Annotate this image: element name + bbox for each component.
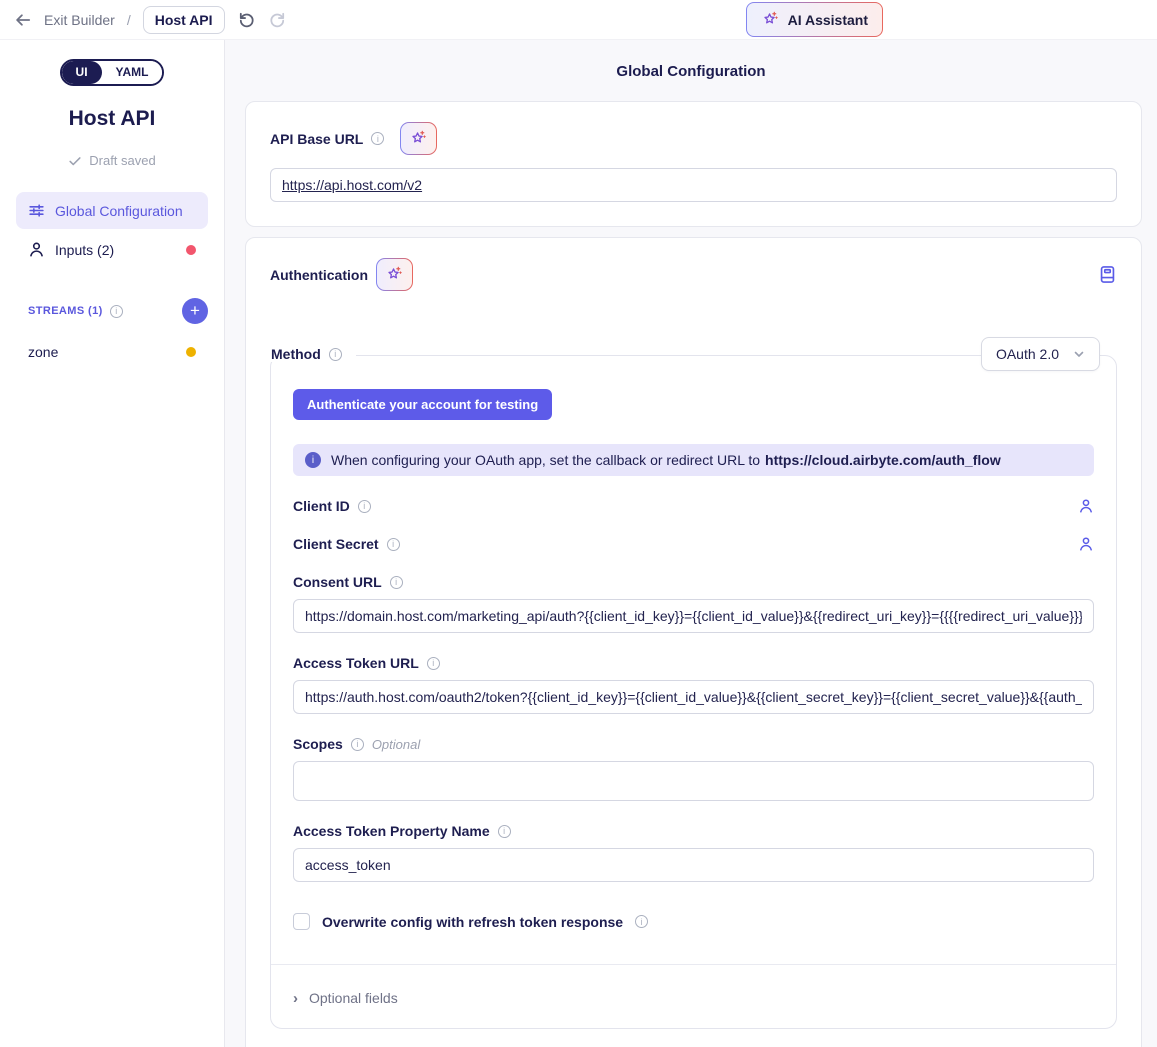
- consent-url-row: Consent URL i: [293, 574, 1094, 590]
- plus-icon: +: [190, 302, 200, 319]
- access-token-url-label: Access Token URL: [293, 655, 419, 671]
- undo-icon: [237, 10, 256, 29]
- add-stream-button[interactable]: +: [182, 298, 208, 324]
- method-label: Method: [271, 346, 321, 362]
- ai-assistant-label: AI Assistant: [788, 12, 868, 28]
- overwrite-config-checkbox[interactable]: [293, 913, 310, 930]
- client-id-label: Client ID: [293, 498, 350, 514]
- docs-button[interactable]: [1098, 265, 1117, 284]
- consent-url-input[interactable]: [293, 599, 1094, 633]
- scopes-input[interactable]: [293, 761, 1094, 801]
- access-token-property-label: Access Token Property Name: [293, 823, 490, 839]
- breadcrumb-separator: /: [127, 12, 131, 28]
- page-title: Global Configuration: [225, 40, 1157, 101]
- method-select[interactable]: OAuth 2.0: [981, 337, 1100, 371]
- scopes-label: Scopes: [293, 736, 343, 752]
- authentication-card: Authentication: [245, 237, 1142, 1047]
- back-button[interactable]: [14, 11, 32, 29]
- overwrite-config-row: Overwrite config with refresh token resp…: [293, 913, 1094, 930]
- book-icon: [1098, 265, 1117, 284]
- api-base-url-card: API Base URL i: [245, 101, 1142, 227]
- chevron-right-icon: ›: [293, 991, 298, 1006]
- optional-fields-label: Optional fields: [309, 990, 398, 1006]
- inputs-status-dot: [186, 245, 196, 255]
- ai-assist-button[interactable]: [400, 122, 437, 155]
- info-icon[interactable]: i: [635, 915, 648, 928]
- info-icon[interactable]: i: [498, 825, 511, 838]
- info-icon[interactable]: i: [110, 305, 123, 318]
- access-token-url-row: Access Token URL i: [293, 655, 1094, 671]
- info-icon[interactable]: i: [427, 657, 440, 670]
- info-icon[interactable]: i: [390, 576, 403, 589]
- sidebar-item-inputs[interactable]: Inputs (2): [16, 231, 208, 268]
- info-filled-icon: i: [305, 452, 321, 468]
- client-id-row: Client ID i: [293, 498, 1094, 514]
- ai-assist-button[interactable]: [376, 258, 413, 291]
- sparkle-star-icon: [409, 129, 428, 148]
- info-icon[interactable]: i: [371, 132, 384, 145]
- redo-icon: [268, 10, 287, 29]
- connector-title: Host API: [0, 107, 224, 131]
- callback-url: https://cloud.airbyte.com/auth_flow: [765, 452, 1001, 468]
- sidebar: UI YAML Host API Draft saved Global Conf…: [0, 40, 225, 1047]
- access-token-property-input[interactable]: [293, 848, 1094, 882]
- optional-fields-toggle[interactable]: › Optional fields: [293, 990, 1094, 1006]
- redo-button[interactable]: [268, 10, 287, 29]
- user-reference-icon[interactable]: [1078, 536, 1094, 552]
- sidebar-item-label: Inputs (2): [55, 242, 176, 258]
- banner-text: When configuring your OAuth app, set the…: [331, 452, 1001, 468]
- scopes-row: Scopes i Optional: [293, 736, 1094, 752]
- sidebar-item-global-configuration[interactable]: Global Configuration: [16, 192, 208, 229]
- ai-assistant-button[interactable]: AI Assistant: [746, 2, 883, 37]
- api-base-url-input[interactable]: [270, 168, 1117, 202]
- zone-status-dot: [186, 347, 196, 357]
- info-icon[interactable]: i: [358, 500, 371, 513]
- save-status-label: Draft saved: [89, 153, 155, 168]
- optional-hint: Optional: [372, 737, 420, 752]
- oauth-method-group: Method i OAuth 2.0 Authenticate your acc…: [270, 355, 1117, 1029]
- access-token-url-input[interactable]: [293, 680, 1094, 714]
- api-base-url-label: API Base URL: [270, 131, 363, 147]
- user-reference-icon[interactable]: [1078, 498, 1094, 514]
- streams-header: STREAMS (1): [28, 305, 103, 317]
- sidebar-item-stream-zone[interactable]: zone: [16, 334, 208, 370]
- main-content: Global Configuration API Base URL i: [225, 40, 1157, 1047]
- save-status: Draft saved: [0, 153, 224, 168]
- exit-builder-link[interactable]: Exit Builder: [44, 12, 115, 28]
- user-icon: [28, 241, 45, 258]
- info-icon[interactable]: i: [351, 738, 364, 751]
- sparkle-star-icon: [385, 265, 404, 284]
- stream-name: zone: [28, 344, 176, 360]
- client-secret-row: Client Secret i: [293, 536, 1094, 552]
- divider: [271, 964, 1116, 965]
- connector-name-input[interactable]: Host API: [143, 6, 225, 34]
- client-secret-label: Client Secret: [293, 536, 379, 552]
- authenticate-button[interactable]: Authenticate your account for testing: [293, 389, 552, 420]
- overwrite-config-label: Overwrite config with refresh token resp…: [322, 914, 623, 930]
- chevron-down-icon: [1073, 348, 1085, 360]
- sidebar-item-label: Global Configuration: [55, 203, 196, 219]
- back-arrow-icon: [14, 11, 32, 29]
- toggle-yaml[interactable]: YAML: [102, 61, 163, 84]
- sidebar-ui-yaml-toggle: UI YAML: [60, 59, 165, 86]
- sparkle-star-icon: [761, 10, 780, 29]
- consent-url-label: Consent URL: [293, 574, 382, 590]
- streams-header-row: STREAMS (1) i +: [16, 298, 208, 324]
- info-icon[interactable]: i: [387, 538, 400, 551]
- sliders-icon: [28, 202, 45, 219]
- oauth-callback-banner: i When configuring your OAuth app, set t…: [293, 444, 1094, 476]
- toggle-ui[interactable]: UI: [62, 61, 102, 84]
- checkmark-icon: [68, 154, 82, 168]
- info-icon[interactable]: i: [329, 348, 342, 361]
- top-bar: Exit Builder / Host API AI Assistant: [0, 0, 1157, 40]
- authentication-label: Authentication: [270, 267, 368, 283]
- access-token-property-row: Access Token Property Name i: [293, 823, 1094, 839]
- undo-button[interactable]: [237, 10, 256, 29]
- method-selected-value: OAuth 2.0: [996, 346, 1059, 362]
